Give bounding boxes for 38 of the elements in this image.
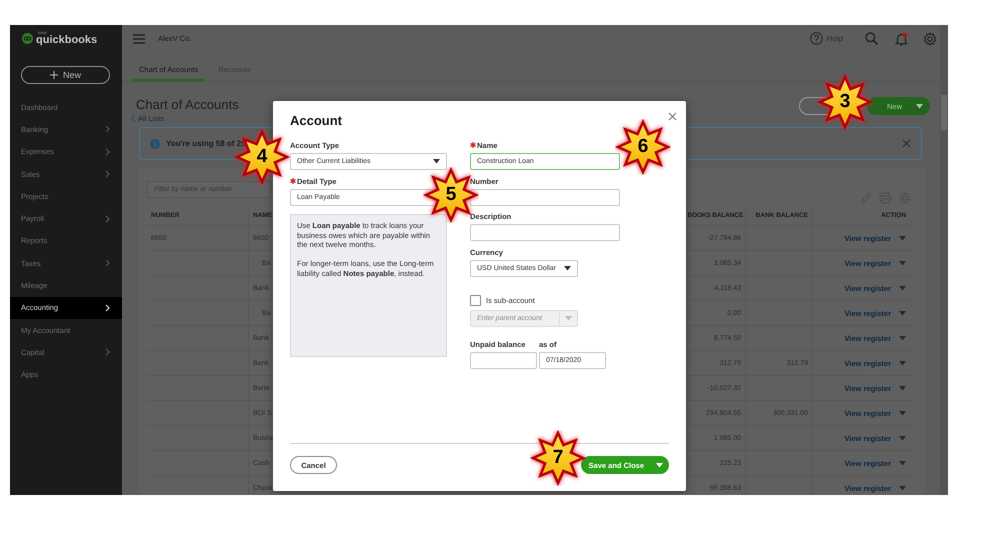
dropdown-caret-icon	[899, 260, 906, 266]
step-callout-overlay: 7	[530, 430, 586, 486]
dropdown-caret-icon	[899, 460, 906, 466]
caret-icon	[565, 316, 572, 321]
caret-icon	[433, 159, 440, 164]
search-icon[interactable]	[865, 32, 878, 45]
chevron-left-icon	[131, 115, 135, 122]
dropdown-caret-icon	[899, 486, 906, 490]
checkbox[interactable]	[470, 295, 481, 306]
dropdown-caret-icon	[899, 436, 906, 440]
menu-icon[interactable]	[133, 34, 145, 44]
text-field[interactable]	[470, 224, 620, 241]
dialog-title: Account	[290, 113, 342, 129]
logo-icon	[22, 33, 33, 44]
brand-name: quickbooks	[36, 35, 98, 46]
page-title: Chart of Accounts	[136, 97, 239, 113]
text-field[interactable]	[470, 189, 620, 206]
step-callout-overlay: 3	[817, 74, 873, 130]
text-field[interactable]	[470, 352, 537, 369]
step-callout-overlay: 6	[615, 119, 671, 175]
settings-icon[interactable]	[923, 32, 937, 46]
close-icon[interactable]	[902, 139, 911, 148]
dropdown-caret-icon	[899, 310, 906, 316]
dropdown-caret-icon	[899, 410, 906, 416]
new-button[interactable]: New	[21, 66, 110, 84]
dropdown-caret-icon	[899, 286, 906, 290]
caret-icon	[916, 104, 923, 108]
caret-icon	[656, 462, 663, 468]
bell-icon[interactable]	[895, 32, 908, 46]
caret-icon	[564, 266, 571, 271]
info-icon	[150, 138, 160, 148]
dropdown-caret-icon	[899, 386, 906, 390]
help-icon	[810, 32, 823, 45]
dropdown-caret-icon	[899, 360, 906, 366]
dropdown-caret-icon	[899, 236, 906, 240]
dropdown-caret-icon	[899, 336, 906, 340]
close-icon	[668, 112, 677, 121]
plus-icon	[50, 71, 58, 79]
